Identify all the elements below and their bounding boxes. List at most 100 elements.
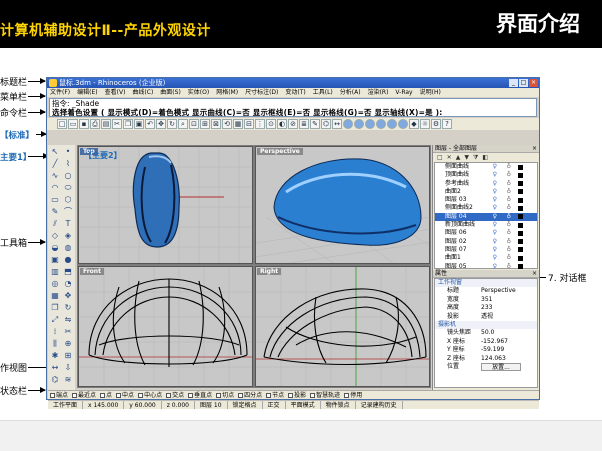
menu-mesh[interactable]: 网格(M) [216, 88, 238, 97]
zebra-icon[interactable]: ≋ [62, 374, 74, 385]
layer-color-swatch[interactable] [518, 181, 523, 187]
viewport-label-front[interactable]: Front [80, 268, 104, 275]
rotate-icon[interactable]: ↻ [62, 302, 74, 313]
undo-view-icon[interactable]: ⟲ [222, 119, 232, 129]
osnap-disable[interactable]: 停用 [344, 391, 362, 399]
osnap-quad[interactable]: 四分点 [238, 391, 262, 399]
copy-icon[interactable]: ❐ [123, 119, 133, 129]
cut-icon[interactable]: ✂ [112, 119, 122, 129]
rendered-icon[interactable] [365, 119, 375, 129]
lightbulb-icon[interactable]: ♀ [493, 163, 497, 171]
layer-color-swatch[interactable] [518, 222, 523, 228]
menu-edit[interactable]: 编辑(E) [77, 88, 97, 97]
cplane-icon[interactable]: ⊟ [244, 119, 254, 129]
lock-open-icon[interactable]: ♁ [507, 188, 511, 196]
select-icon[interactable]: ⊙ [266, 119, 276, 129]
lightbulb-icon[interactable]: ♀ [493, 204, 497, 212]
scale-icon[interactable]: ⤢ [49, 314, 61, 325]
grid-snap-icon[interactable]: ⋮ [255, 119, 265, 129]
layer-color-swatch[interactable] [518, 214, 523, 220]
zoom-window-icon[interactable]: ⊡ [189, 119, 199, 129]
layer-row[interactable]: 侧面曲线2 ♀ ♁ [435, 204, 537, 212]
four-views-icon[interactable]: ▦ [233, 119, 243, 129]
hide-icon[interactable]: ◐ [277, 119, 287, 129]
menu-vray[interactable]: V-Ray [395, 88, 412, 97]
rectangle-icon[interactable]: ▭ [49, 194, 61, 205]
minimize-icon[interactable]: _ [509, 79, 518, 87]
osnap-project[interactable]: 投影 [288, 391, 306, 399]
maximize-icon[interactable]: □ [519, 79, 528, 87]
lightbulb-icon[interactable]: ♀ [493, 229, 497, 237]
layer-row[interactable]: 曲面2 ♀ ♁ [435, 188, 537, 196]
menu-solid[interactable]: 实体(O) [188, 88, 209, 97]
status-osnap[interactable]: 物件锁点 [321, 401, 356, 409]
offset-icon[interactable]: ⫽ [49, 218, 61, 229]
layer-row[interactable]: 曲面1 ♀ ♁ [435, 254, 537, 262]
render-icon[interactable] [398, 119, 408, 129]
prop-value[interactable]: 50.0 [481, 329, 494, 338]
arc-icon[interactable]: ◠ [49, 182, 61, 193]
delete-layer-icon[interactable]: ✕ [447, 153, 452, 162]
layer-color-swatch[interactable] [518, 230, 523, 236]
group-icon[interactable]: ⊞ [62, 350, 74, 361]
distance-icon[interactable]: ↔ [332, 119, 342, 129]
surface-icon[interactable]: ◇ [49, 230, 61, 241]
lightbulb-icon[interactable]: ♀ [493, 221, 497, 229]
lightbulb-icon[interactable]: ♀ [493, 254, 497, 262]
freeform-icon[interactable]: ✎ [49, 206, 61, 217]
undo-icon[interactable]: ↶ [145, 119, 155, 129]
menu-transform[interactable]: 变动(T) [285, 88, 305, 97]
layer-row[interactable]: 新顶面曲线 ♀ ♁ [435, 221, 537, 229]
layer-color-swatch[interactable] [518, 172, 523, 178]
section-viewport[interactable]: 工作视窗 [435, 279, 537, 287]
lock-open-icon[interactable]: ♁ [507, 238, 511, 246]
shaded-icon[interactable] [354, 119, 364, 129]
layer-color-swatch[interactable] [518, 239, 523, 245]
mesh-icon[interactable]: ▦ [49, 290, 61, 301]
osnap-center[interactable]: 中心点 [138, 391, 162, 399]
osnap-tangent[interactable]: 切点 [216, 391, 234, 399]
lock-open-icon[interactable]: ♁ [507, 229, 511, 237]
new-icon[interactable]: □ [57, 119, 67, 129]
lightbulb-icon[interactable]: ♀ [493, 188, 497, 196]
lightbulb-icon[interactable]: ♀ [493, 196, 497, 204]
cylinder-icon[interactable]: ▥ [49, 266, 61, 277]
osnap-perpendicular[interactable]: 垂直点 [188, 391, 212, 399]
options-icon[interactable]: ⚙ [431, 119, 441, 129]
select-arrow-icon[interactable]: ↖ [49, 146, 61, 157]
layer-row[interactable]: 图层 06 ♀ ♁ [435, 229, 537, 237]
menu-curve[interactable]: 曲线(C) [132, 88, 153, 97]
layer-color-swatch[interactable] [518, 255, 523, 261]
lock-open-icon[interactable]: ♁ [507, 180, 511, 188]
extrude-icon[interactable]: ⬒ [62, 266, 74, 277]
prop-value[interactable]: Perspective [481, 287, 516, 296]
layer-color-swatch[interactable] [518, 197, 523, 203]
array-icon[interactable]: ⁞ [49, 326, 61, 337]
layer-color-swatch[interactable] [518, 205, 523, 211]
lightbulb-icon[interactable]: ♀ [493, 238, 497, 246]
menu-help[interactable]: 说明(H) [420, 88, 441, 97]
prop-value[interactable]: -59.199 [481, 346, 504, 355]
wireframe-icon[interactable] [343, 119, 353, 129]
layer-row[interactable]: 图层 02 ♀ ♁ [435, 238, 537, 246]
xray-icon[interactable] [387, 119, 397, 129]
status-history[interactable]: 记录建构历史 [356, 401, 403, 409]
help-icon[interactable]: ? [442, 119, 452, 129]
line-icon[interactable]: ╱ [49, 158, 61, 169]
layer-row-selected[interactable]: 图层 04 ♀ ♁ [435, 212, 537, 222]
polygon-icon[interactable]: ⬡ [62, 194, 74, 205]
project-icon[interactable]: ⇩ [62, 362, 74, 373]
pan-icon[interactable]: ✥ [156, 119, 166, 129]
light-icon[interactable]: ☼ [420, 119, 430, 129]
viewport-top[interactable]: Top [78, 146, 253, 264]
sweep-icon[interactable]: ◒ [49, 242, 61, 253]
prop-value[interactable]: 124.063 [481, 355, 506, 364]
layer-color-swatch[interactable] [518, 264, 523, 270]
rotate-view-icon[interactable]: ↻ [167, 119, 177, 129]
command-area[interactable]: 指令: _Shade 选择着色设置 ( 显示模式(D)=着色模式 显示曲线(C)… [49, 98, 537, 117]
material-icon[interactable]: ◆ [409, 119, 419, 129]
revolve-icon[interactable]: ◍ [62, 242, 74, 253]
ellipse-icon[interactable]: ⬭ [62, 182, 74, 193]
status-grid-snap[interactable]: 锁定格点 [228, 401, 263, 409]
menu-surface[interactable]: 曲面(S) [160, 88, 181, 97]
